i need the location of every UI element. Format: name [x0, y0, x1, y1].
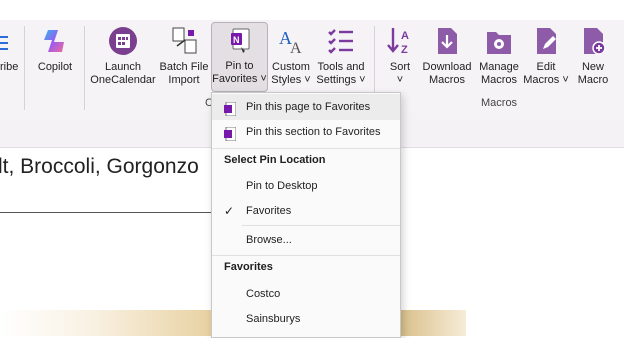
pin-favorites-dropdown: Pin this page to Favorites Pin this sect… — [211, 92, 401, 338]
tools-and-settings-button[interactable]: Tools and Settings ˅ — [314, 24, 368, 94]
new-macro-button[interactable]: New Macro — [570, 24, 616, 94]
custom-styles-button[interactable]: A A Custom Styles ˅ — [268, 24, 314, 94]
menu-item-label: Costco — [246, 288, 281, 300]
batch-file-import-button[interactable]: Batch File Import — [158, 24, 210, 94]
menu-item-label: Favorites — [246, 205, 292, 217]
partial-left-label[interactable]: ribe — [0, 61, 18, 73]
sort-button[interactable]: A Z Sort ˅ — [380, 24, 420, 94]
label-line: Pin to — [225, 60, 254, 72]
label-line: Favorites ˅ — [212, 73, 267, 85]
svg-text:A: A — [401, 30, 409, 42]
pin-section-menu-item[interactable]: Pin this section to Favorites — [212, 119, 400, 145]
label-line: ˅ — [396, 74, 404, 86]
batch-file-import-label: Batch File Import — [158, 61, 210, 87]
edit-macros-button[interactable]: Edit Macros ˅ — [522, 24, 570, 94]
menu-item-label: Pin to Desktop — [246, 180, 318, 192]
manage-macros-button[interactable]: Manage Macros — [474, 24, 524, 94]
download-macros-label: Download Macros — [420, 61, 474, 87]
menu-item-label: Pin this page to Favorites — [246, 101, 371, 113]
title-bar-area — [0, 0, 624, 20]
partial-left-icon — [0, 34, 8, 56]
favorites-location-menu-item[interactable]: ✓ Favorites — [212, 198, 400, 224]
favorite-item-costco[interactable]: Costco — [212, 281, 400, 307]
browse-menu-item[interactable]: Browse... — [212, 227, 400, 253]
label-line: Settings ˅ — [316, 74, 366, 86]
label-line: Tools and — [317, 61, 365, 73]
label-line: Edit — [536, 61, 556, 73]
svg-text:N: N — [233, 35, 240, 45]
group-label-macros: Macros — [481, 97, 518, 109]
sort-label: Sort ˅ — [380, 61, 420, 87]
svg-text:Z: Z — [401, 44, 408, 56]
edit-macros-icon — [529, 24, 563, 58]
launch-onecalendar-label: Launch OneCalendar — [88, 61, 158, 87]
custom-styles-icon: A A — [274, 24, 308, 58]
copilot-button[interactable]: Copilot — [32, 24, 78, 94]
menu-separator — [212, 255, 400, 256]
calendar-phone-icon — [106, 24, 140, 58]
label-line: Macros — [428, 74, 466, 86]
pin-to-desktop-menu-item[interactable]: Pin to Desktop — [212, 173, 400, 199]
menu-item-label: Pin this section to Favorites — [246, 126, 381, 138]
label-line: Macros — [480, 74, 518, 86]
ribbon-separator — [24, 26, 25, 110]
label-line: Macro — [577, 74, 609, 86]
label-line: Sort — [389, 61, 411, 73]
favorites-header: Favorites — [224, 261, 273, 273]
copilot-icon — [38, 24, 72, 58]
manage-macros-icon — [482, 24, 516, 58]
pin-to-favorites-button[interactable]: N Pin to Favorites ˅ — [211, 22, 268, 92]
batch-file-import-icon — [167, 24, 201, 58]
onenote-page-icon — [224, 100, 237, 117]
menu-item-label: Browse... — [246, 234, 292, 246]
menu-separator — [212, 148, 400, 149]
label-line: New — [581, 61, 604, 73]
label-line: Download — [422, 61, 472, 73]
label-line: Macros ˅ — [523, 74, 569, 86]
sort-az-icon: A Z — [383, 24, 417, 58]
page-heading[interactable]: lt, Broccoli, Gorgonzo — [0, 155, 199, 179]
pin-to-favorites-label: Pin to Favorites ˅ — [212, 60, 267, 86]
svg-text:A: A — [290, 40, 302, 57]
onenote-pin-icon: N — [223, 23, 257, 57]
label-line: OneCalendar — [90, 74, 156, 86]
menu-item-label: Sainsburys — [246, 313, 301, 325]
download-macros-icon — [430, 24, 464, 58]
label-line: Launch — [104, 61, 142, 73]
ribbon-separator — [84, 26, 85, 110]
new-macro-label: New Macro — [570, 61, 616, 87]
checklist-icon — [324, 24, 358, 58]
label-line: Custom — [272, 61, 310, 73]
checkmark-icon: ✓ — [224, 204, 235, 218]
onenote-section-icon — [224, 125, 237, 142]
download-macros-button[interactable]: Download Macros — [420, 24, 474, 94]
new-macro-icon — [576, 24, 610, 58]
tools-and-settings-label: Tools and Settings ˅ — [314, 61, 368, 87]
select-pin-location-header: Select Pin Location — [224, 154, 326, 166]
manage-macros-label: Manage Macros — [474, 61, 524, 87]
label-line: Styles ˅ — [271, 74, 311, 86]
label-line: Batch File — [159, 61, 209, 73]
label-line: Manage — [479, 61, 519, 73]
copilot-label: Copilot — [37, 61, 73, 73]
edit-macros-label: Edit Macros ˅ — [522, 61, 570, 87]
launch-onecalendar-button[interactable]: Launch OneCalendar — [88, 24, 158, 94]
pin-page-menu-item[interactable]: Pin this page to Favorites — [212, 94, 400, 120]
heading-underline — [0, 212, 212, 213]
label-line: Import — [168, 74, 200, 86]
custom-styles-label: Custom Styles ˅ — [268, 61, 314, 87]
favorite-item-sainsburys[interactable]: Sainsburys — [212, 306, 400, 332]
menu-separator — [242, 225, 400, 226]
